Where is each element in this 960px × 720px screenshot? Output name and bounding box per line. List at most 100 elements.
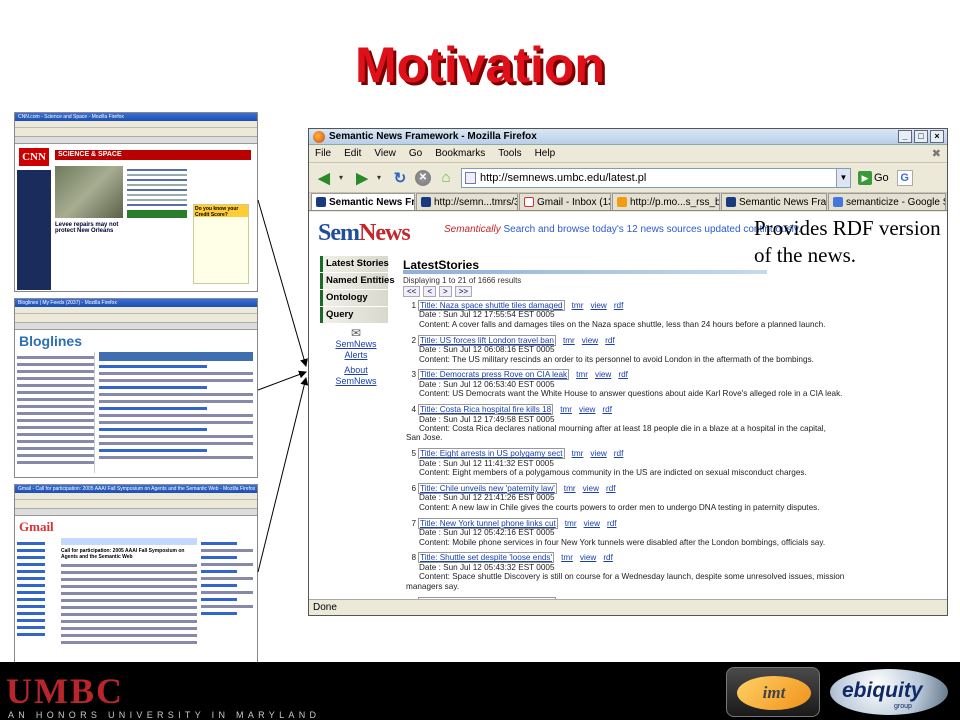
about-semnews-link[interactable]: About SemNews — [331, 365, 381, 387]
gmail-logo: Gmail — [19, 519, 54, 534]
close-icon[interactable]: × — [930, 130, 944, 143]
menu-view[interactable]: View — [374, 148, 396, 159]
tab-gmail[interactable]: Gmail - Inbox (13) — [519, 193, 611, 210]
menu-go[interactable]: Go — [409, 148, 422, 159]
view-link[interactable]: view — [582, 336, 598, 345]
semnews-tab-icon — [726, 197, 736, 207]
bloglines-logo: Bloglines — [19, 333, 83, 349]
tab-semantic-news-2[interactable]: Semantic News Frame... — [721, 193, 827, 210]
semnews-browser-window[interactable]: Semantic News Framework - Mozilla Firefo… — [308, 128, 948, 616]
tmr-link[interactable]: tmr — [565, 519, 577, 528]
rdf-link[interactable]: rdf — [602, 405, 612, 414]
tab-semantic-news-1[interactable]: Semantic News Fra... — [311, 193, 415, 210]
story-title-link[interactable]: Title: US forces lift London travel ban — [418, 334, 556, 346]
view-link[interactable]: view — [580, 553, 596, 562]
tmr-link[interactable]: tmr — [564, 484, 576, 493]
story-number: 5 — [411, 449, 416, 459]
story-title-link[interactable]: Title: Chile unveils new 'paternity law' — [418, 483, 557, 494]
reload-icon[interactable]: ↻ — [389, 167, 411, 189]
ebiquity-logo-sub: group — [894, 703, 912, 710]
thumbnail-bloglines-window[interactable]: Bloglines | My Feeds (2037) - Mozilla Fi… — [14, 298, 258, 478]
thumbnail-gmail-window[interactable]: Gmail - Call for participation: 2005 AAA… — [14, 484, 258, 664]
url-bar[interactable]: http://semnews.umbc.edu/latest.pl ▼ — [461, 167, 851, 188]
story-title-link[interactable]: Title: Costa Rica hospital fire kills 18 — [418, 404, 554, 416]
story-title-link[interactable]: Title: New York tunnel phone links cut — [418, 517, 558, 529]
menu-latest-stories[interactable]: Latest Stories — [320, 256, 389, 272]
rdf-link[interactable]: rdf — [614, 301, 624, 310]
menu-edit[interactable]: Edit — [344, 148, 361, 159]
stop-icon[interactable]: ✕ — [415, 169, 431, 186]
view-link[interactable]: view — [590, 449, 606, 458]
rdf-link[interactable]: rdf — [614, 449, 624, 458]
semnews-logo-sem: Sem — [318, 220, 360, 246]
tmr-link[interactable]: tmr — [561, 553, 573, 562]
story-title-link[interactable]: Title: Naza space shuttle tiles damaged — [418, 300, 565, 311]
story-date: Date : Sun Jul 12 17:49:58 EST 0005 — [419, 414, 555, 424]
go-button[interactable]: ▶ Go — [858, 170, 889, 185]
menu-bar: File Edit View Go Bookmarks Tools Help ✖ — [309, 145, 947, 163]
rdf-link[interactable]: rdf — [618, 370, 628, 379]
tab-rss[interactable]: http://p.mo...s_rss_bs74 — [612, 193, 720, 210]
menu-ontology[interactable]: Ontology — [320, 290, 388, 306]
slide-title: Motivation — [355, 37, 605, 93]
semnews-logo: SemNews — [318, 220, 411, 247]
next-page-button[interactable]: > — [439, 286, 452, 297]
thumbnail-toolbar — [15, 500, 257, 509]
close-tab-icon[interactable]: ✖ — [932, 147, 941, 160]
prev-page-button[interactable]: < — [423, 286, 437, 297]
menu-file[interactable]: File — [315, 148, 331, 159]
back-arrow-icon[interactable]: ◀ — [313, 167, 335, 189]
rdf-link[interactable]: rdf — [607, 519, 617, 528]
cnn-logo: CNN — [19, 148, 49, 166]
home-icon[interactable]: ⌂ — [435, 167, 457, 189]
tab-google-search[interactable]: semanticize - Google S... — [828, 193, 946, 210]
story-date: Date : Sun Jul 12 06:08:16 EST 0005 — [419, 345, 555, 355]
story-title-link[interactable]: Title: Democrats press Rove on CIA leak — [418, 369, 570, 381]
menu-bookmarks[interactable]: Bookmarks — [435, 148, 485, 159]
forward-arrow-icon[interactable]: ▶ — [351, 167, 373, 189]
chevron-down-icon[interactable]: ▾ — [377, 173, 385, 182]
tab-tmr[interactable]: http://semn...tmrs/3.tmr — [416, 193, 518, 210]
tmr-link[interactable]: tmr — [563, 336, 575, 345]
view-link[interactable]: view — [583, 484, 599, 493]
chevron-down-icon[interactable]: ▼ — [836, 168, 850, 187]
story-content: Content: Space shuttle Discovery is stil… — [419, 572, 845, 582]
maximize-icon[interactable]: □ — [914, 130, 928, 143]
go-label: Go — [874, 171, 889, 184]
story-item: 7 Title: New York tunnel phone links cut t… — [406, 517, 825, 547]
cnn-story-links — [127, 166, 187, 209]
menu-named-entities[interactable]: Named Entities — [320, 273, 395, 289]
story-number: 8 — [411, 553, 416, 563]
google-search-icon[interactable]: G — [896, 169, 913, 186]
rdf-link[interactable]: rdf — [603, 553, 613, 562]
first-page-button[interactable]: << — [403, 286, 421, 297]
tab-bar: Semantic News Fra... http://semn...tmrs/… — [309, 193, 947, 211]
view-link[interactable]: view — [595, 370, 611, 379]
view-link[interactable]: view — [579, 405, 595, 414]
menu-query[interactable]: Query — [320, 307, 388, 323]
view-link[interactable]: view — [584, 519, 600, 528]
thumbnail-menu-bar — [15, 121, 257, 128]
rdf-link[interactable]: rdf — [605, 336, 615, 345]
story-title-link[interactable]: Title: Shuttle set despite 'loose ends' — [418, 552, 555, 564]
semnews-alerts-link[interactable]: ✉ SemNews Alerts — [331, 327, 381, 361]
tmr-link[interactable]: tmr — [560, 405, 572, 414]
story-item: 1 Title: Naza space shuttle tiles damaged… — [406, 300, 825, 329]
story-content: Content: A new law in Chile gives the co… — [419, 502, 820, 512]
story-item: 2 Title: US forces lift London travel ban… — [406, 334, 814, 364]
menu-help[interactable]: Help — [535, 148, 556, 159]
last-page-button[interactable]: >> — [454, 286, 473, 297]
rdf-link[interactable]: rdf — [606, 484, 616, 493]
story-title-link[interactable]: Title: Eight arrests in US polygamy sect — [418, 448, 565, 460]
tmr-link[interactable]: tmr — [572, 301, 584, 310]
view-link[interactable]: view — [590, 301, 606, 310]
thumbnail-cnn-window[interactable]: CNN.com - Science and Space - Mozilla Fi… — [14, 112, 258, 292]
gmail-message: Call for participation: 2005 AAAI Fall S… — [61, 538, 197, 659]
tmr-link[interactable]: tmr — [576, 370, 588, 379]
minimize-icon[interactable]: _ — [898, 130, 912, 143]
chevron-down-icon[interactable]: ▾ — [339, 173, 347, 182]
menu-tools[interactable]: Tools — [498, 148, 521, 159]
story-content: Content: US Democrats want the White Hou… — [419, 389, 843, 399]
thumbnail-toolbar — [15, 128, 257, 137]
tmr-link[interactable]: tmr — [572, 449, 584, 458]
